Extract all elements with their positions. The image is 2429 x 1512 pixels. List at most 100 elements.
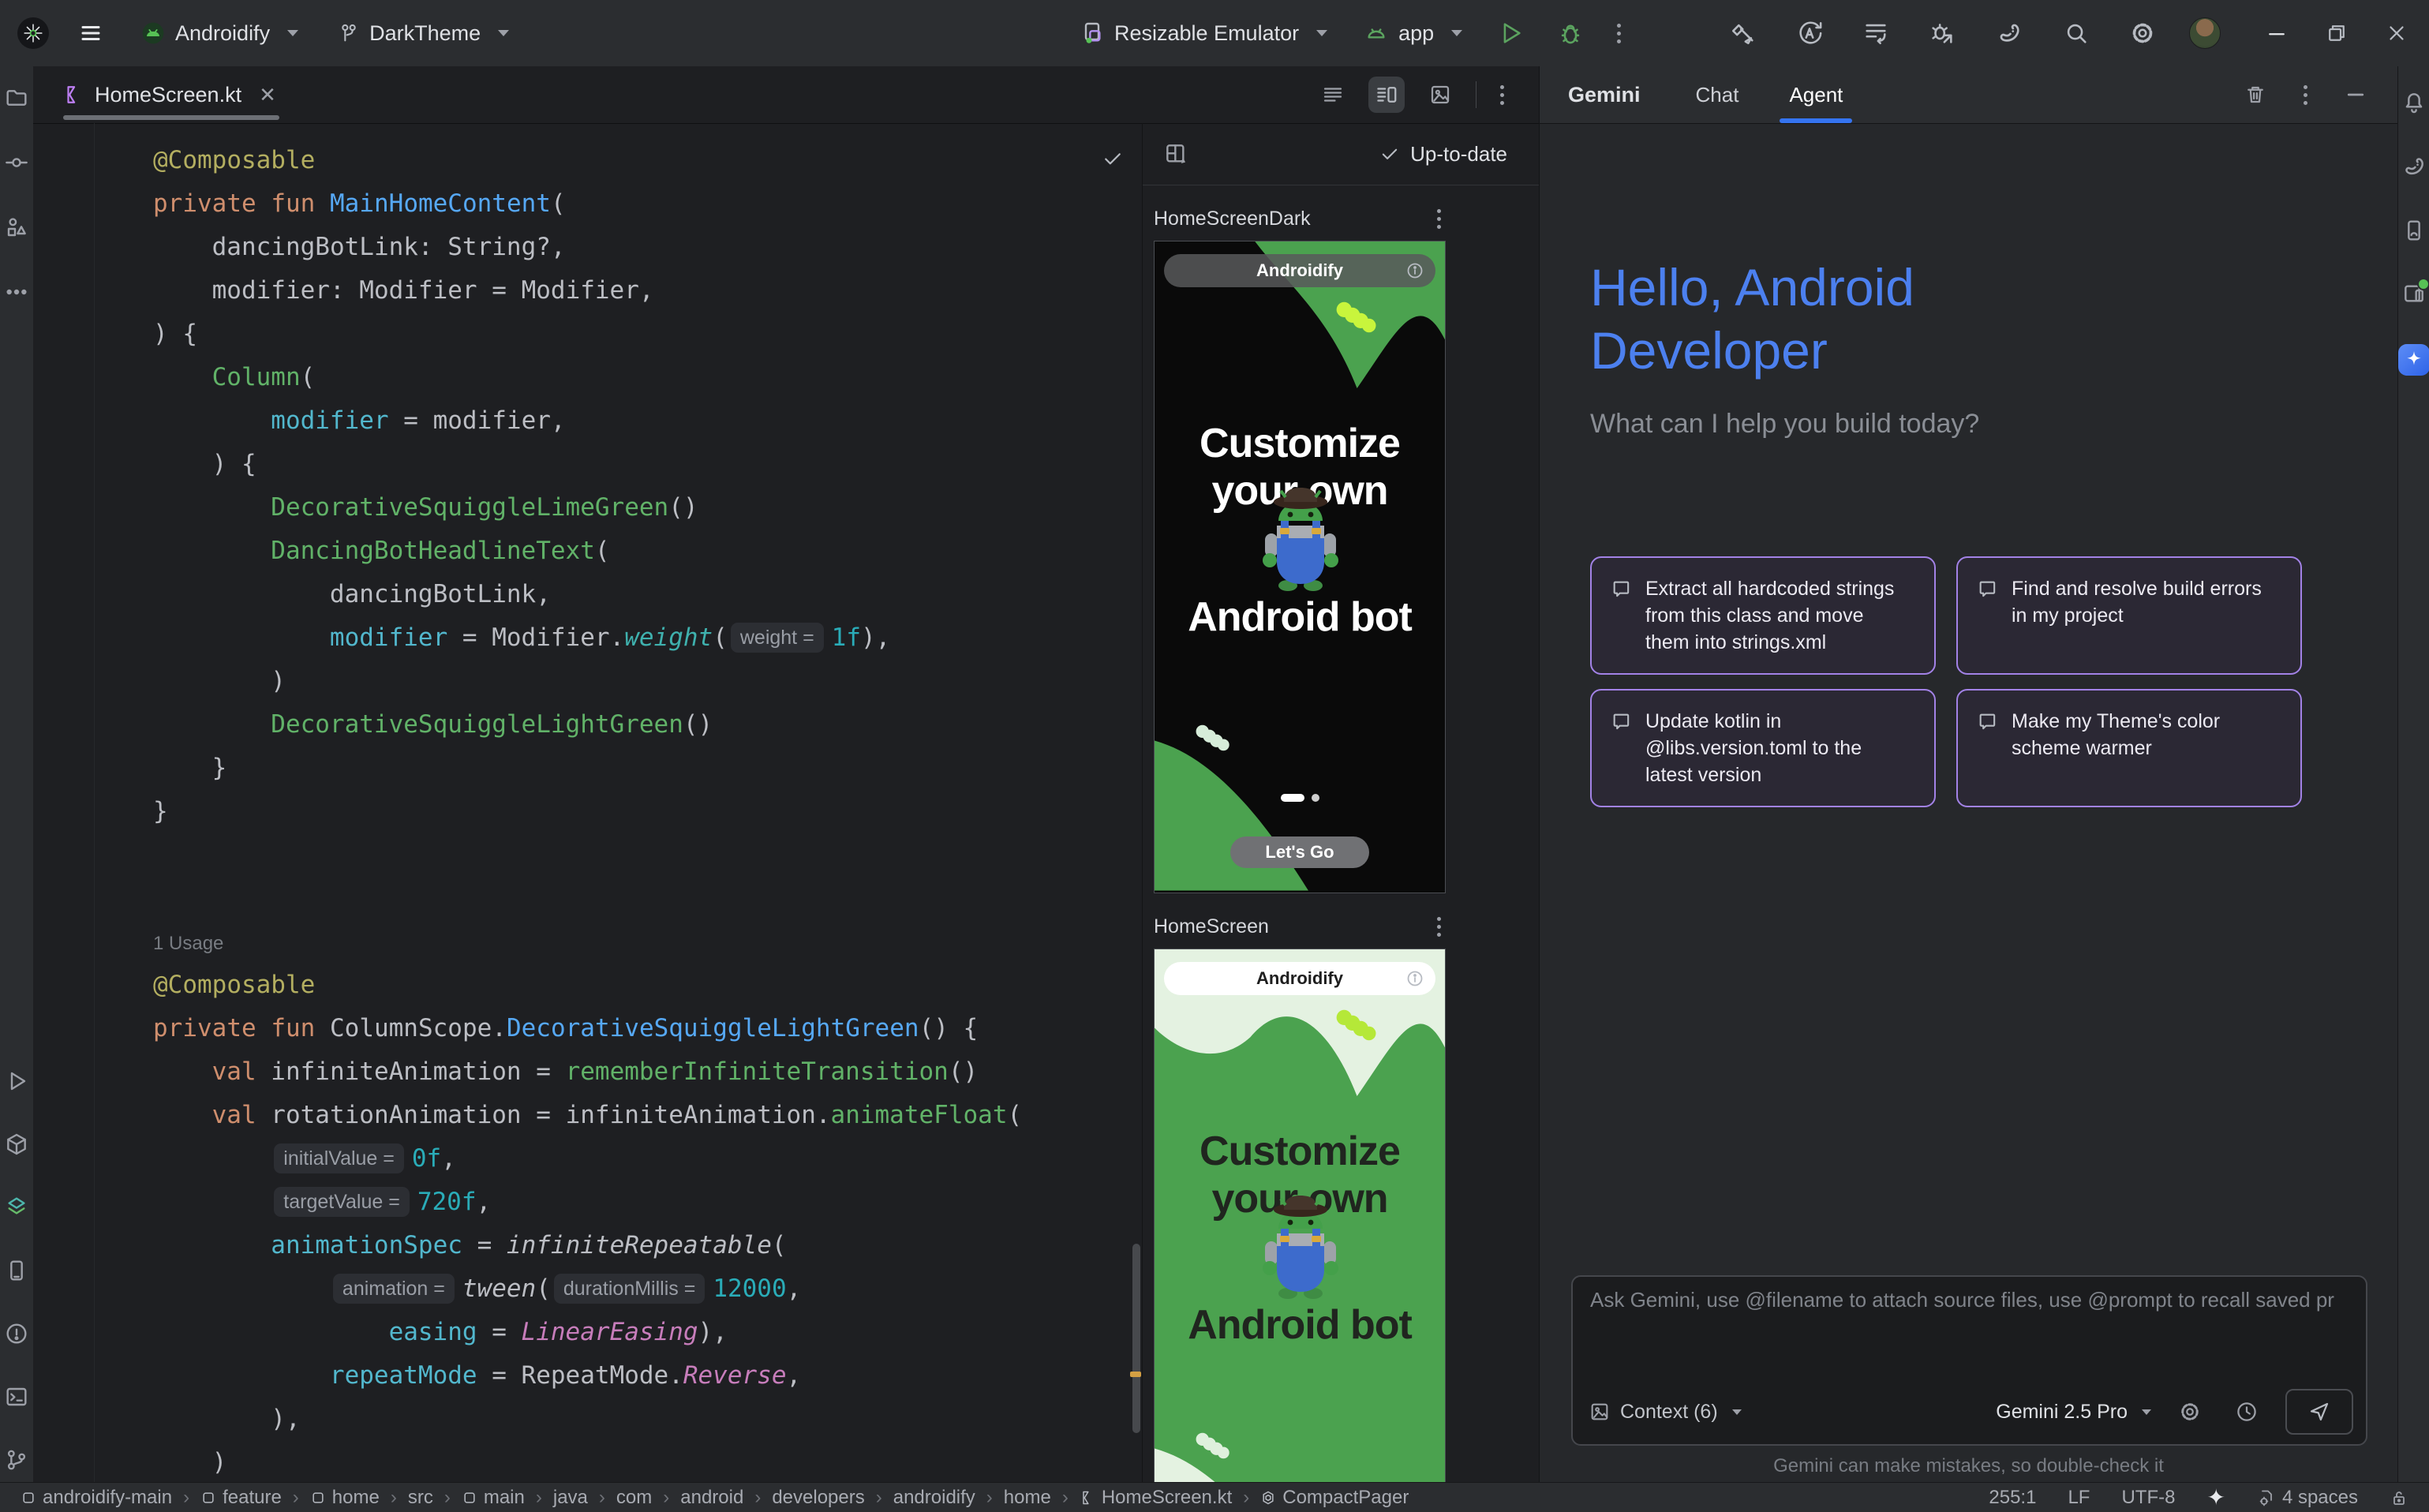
breadcrumb-item-androidify[interactable]: androidify bbox=[893, 1487, 975, 1509]
send-button[interactable] bbox=[2285, 1389, 2353, 1435]
run-configuration-selector[interactable]: app bbox=[1356, 14, 1470, 52]
code-line: modifier = modifier, bbox=[153, 399, 1022, 443]
suggestion-card-build-errors[interactable]: Find and resolve build errors in my proj… bbox=[1956, 556, 2302, 675]
project-tool-button[interactable] bbox=[2, 84, 31, 112]
window-minimize-button[interactable] bbox=[2259, 15, 2295, 51]
preview-status-label: Up-to-date bbox=[1410, 142, 1507, 167]
file-encoding[interactable]: UTF-8 bbox=[2121, 1487, 2175, 1509]
code-line: ) bbox=[153, 660, 1022, 703]
preview-layout-switch-button[interactable] bbox=[1157, 135, 1195, 173]
breadcrumb-item-homescreen-kt[interactable]: HomeScreen.kt bbox=[1080, 1487, 1232, 1509]
context-selector[interactable]: Context (6) bbox=[1589, 1401, 1742, 1424]
tab-close-icon[interactable]: ✕ bbox=[259, 83, 276, 107]
tab-homescreen-kt[interactable]: HomeScreen.kt ✕ bbox=[33, 66, 297, 123]
editor-scrollbar[interactable] bbox=[1132, 1244, 1140, 1433]
write-access-lock-icon[interactable] bbox=[2390, 1488, 2408, 1507]
caret-position[interactable]: 255:1 bbox=[1989, 1487, 2036, 1509]
suggestion-card-extract-strings[interactable]: Extract all hardcoded strings from this … bbox=[1590, 556, 1936, 675]
breadcrumb-separator: › bbox=[391, 1487, 397, 1509]
window-restore-button[interactable] bbox=[2319, 15, 2355, 51]
gemini-options-menu[interactable] bbox=[2297, 79, 2314, 111]
device-selector[interactable]: Resizable Emulator bbox=[1072, 14, 1335, 52]
breadcrumb-item-androidify-main[interactable]: androidify-main bbox=[21, 1487, 172, 1509]
code-view-button[interactable] bbox=[1315, 77, 1351, 113]
search-everywhere-button[interactable] bbox=[2057, 13, 2096, 53]
preview-options-menu[interactable] bbox=[1431, 911, 1447, 943]
hide-panel-button[interactable] bbox=[2337, 77, 2374, 113]
ai-spark-icon[interactable]: ✦ bbox=[2206, 1487, 2225, 1509]
suggestion-card-theme-warmer[interactable]: Make my Theme's color scheme warmer bbox=[1956, 689, 2302, 807]
breadcrumb-item-android[interactable]: android bbox=[680, 1487, 743, 1509]
code-line: ), bbox=[153, 1398, 1022, 1441]
indent-setting[interactable]: 4 spaces bbox=[2257, 1487, 2358, 1509]
run-more-options[interactable] bbox=[1611, 17, 1627, 50]
terminal-tool-button[interactable] bbox=[2, 1383, 31, 1411]
project-selector[interactable]: Androidify bbox=[133, 14, 306, 52]
build-button[interactable] bbox=[1724, 13, 1763, 53]
branch-selector[interactable]: DarkTheme bbox=[330, 15, 517, 52]
run-button[interactable] bbox=[1491, 13, 1530, 53]
preview-app-bar: Androidify bbox=[1164, 962, 1435, 995]
todo-list-button[interactable] bbox=[1856, 13, 1896, 53]
clear-chat-button[interactable] bbox=[2237, 77, 2274, 113]
more-tool-windows-button[interactable] bbox=[2, 278, 31, 306]
window-close-button[interactable] bbox=[2378, 15, 2415, 51]
running-devices-tool-button[interactable] bbox=[2, 1256, 31, 1285]
debug-button[interactable] bbox=[1551, 13, 1590, 53]
tab-agent[interactable]: Agent bbox=[1784, 66, 1847, 123]
sync-button[interactable] bbox=[1790, 13, 1829, 53]
chevron-down-icon bbox=[1316, 30, 1327, 36]
code-line bbox=[153, 877, 1022, 920]
version-control-tool-button[interactable] bbox=[2, 1446, 31, 1474]
attach-debugger-button[interactable] bbox=[1922, 13, 1962, 53]
breadcrumb-item-developers[interactable]: developers bbox=[772, 1487, 864, 1509]
breadcrumb-item-java[interactable]: java bbox=[553, 1487, 588, 1509]
gradle-tool-button[interactable] bbox=[2399, 152, 2429, 182]
gradle-button[interactable] bbox=[1989, 13, 2030, 54]
breadcrumb-item-com[interactable]: com bbox=[616, 1487, 652, 1509]
device-manager-tool-button[interactable] bbox=[2400, 216, 2428, 245]
android-project-icon bbox=[140, 21, 166, 46]
breadcrumb-item-src[interactable]: src bbox=[408, 1487, 433, 1509]
code-line: modifier = Modifier.weight(weight =1f), bbox=[153, 616, 1022, 660]
build-tool-button[interactable] bbox=[2, 1130, 31, 1158]
prompt-bubble-icon bbox=[1977, 578, 1999, 601]
editor-options-menu[interactable] bbox=[1494, 79, 1510, 111]
split-view-button[interactable] bbox=[1368, 77, 1405, 113]
profiler-tool-button[interactable] bbox=[2, 1193, 31, 1222]
breadcrumb-separator: › bbox=[444, 1487, 451, 1509]
breadcrumb-item-compactpager[interactable]: CompactPager bbox=[1260, 1487, 1409, 1509]
pager-indicator bbox=[1155, 794, 1445, 802]
preview-options-menu[interactable] bbox=[1431, 203, 1447, 235]
problems-tool-button[interactable] bbox=[2, 1319, 31, 1348]
line-separator[interactable]: LF bbox=[2068, 1487, 2090, 1509]
tab-chat[interactable]: Chat bbox=[1691, 66, 1744, 123]
inspections-ok-icon[interactable] bbox=[1101, 147, 1125, 170]
user-avatar[interactable] bbox=[2189, 17, 2221, 49]
breadcrumb-item-feature[interactable]: feature bbox=[200, 1487, 282, 1509]
gemini-settings-button[interactable] bbox=[2172, 1394, 2208, 1430]
main-menu-button[interactable] bbox=[73, 15, 109, 51]
resource-manager-tool-button[interactable] bbox=[2, 213, 31, 241]
model-selector[interactable]: Gemini 2.5 Pro bbox=[1996, 1401, 2151, 1424]
code-line: initialValue =0f, bbox=[153, 1137, 1022, 1181]
preview-rendering-homescreen[interactable]: Androidify Customizeyour own Android bot bbox=[1154, 949, 1446, 1482]
prompt-history-button[interactable] bbox=[2229, 1394, 2265, 1430]
running-devices-button[interactable] bbox=[2400, 279, 2428, 308]
design-view-button[interactable] bbox=[1422, 77, 1458, 113]
breadcrumb-item-main[interactable]: main bbox=[462, 1487, 525, 1509]
suggestion-cards: Extract all hardcoded strings from this … bbox=[1590, 556, 2302, 807]
gemini-prompt-input[interactable] bbox=[1589, 1286, 2350, 1376]
run-tool-button[interactable] bbox=[2, 1067, 31, 1095]
suggestion-card-update-kotlin[interactable]: Update kotlin in @libs.version.toml to t… bbox=[1590, 689, 1936, 807]
code-editor[interactable]: @Composableprivate fun MainHomeContent(d… bbox=[33, 123, 1142, 1482]
commit-tool-button[interactable] bbox=[2, 148, 31, 177]
breadcrumb-item-home[interactable]: home bbox=[310, 1487, 380, 1509]
notifications-button[interactable] bbox=[2400, 88, 2428, 117]
gemini-tool-button[interactable] bbox=[2397, 342, 2429, 377]
preview-rendering-homescreendark[interactable]: Androidify Customizeyour own Android bot… bbox=[1154, 241, 1446, 893]
code-line: easing = LinearEasing), bbox=[153, 1311, 1022, 1354]
kotlin-file-icon bbox=[63, 84, 84, 105]
breadcrumb-item-home[interactable]: home bbox=[1004, 1487, 1051, 1509]
settings-button[interactable] bbox=[2123, 13, 2162, 53]
